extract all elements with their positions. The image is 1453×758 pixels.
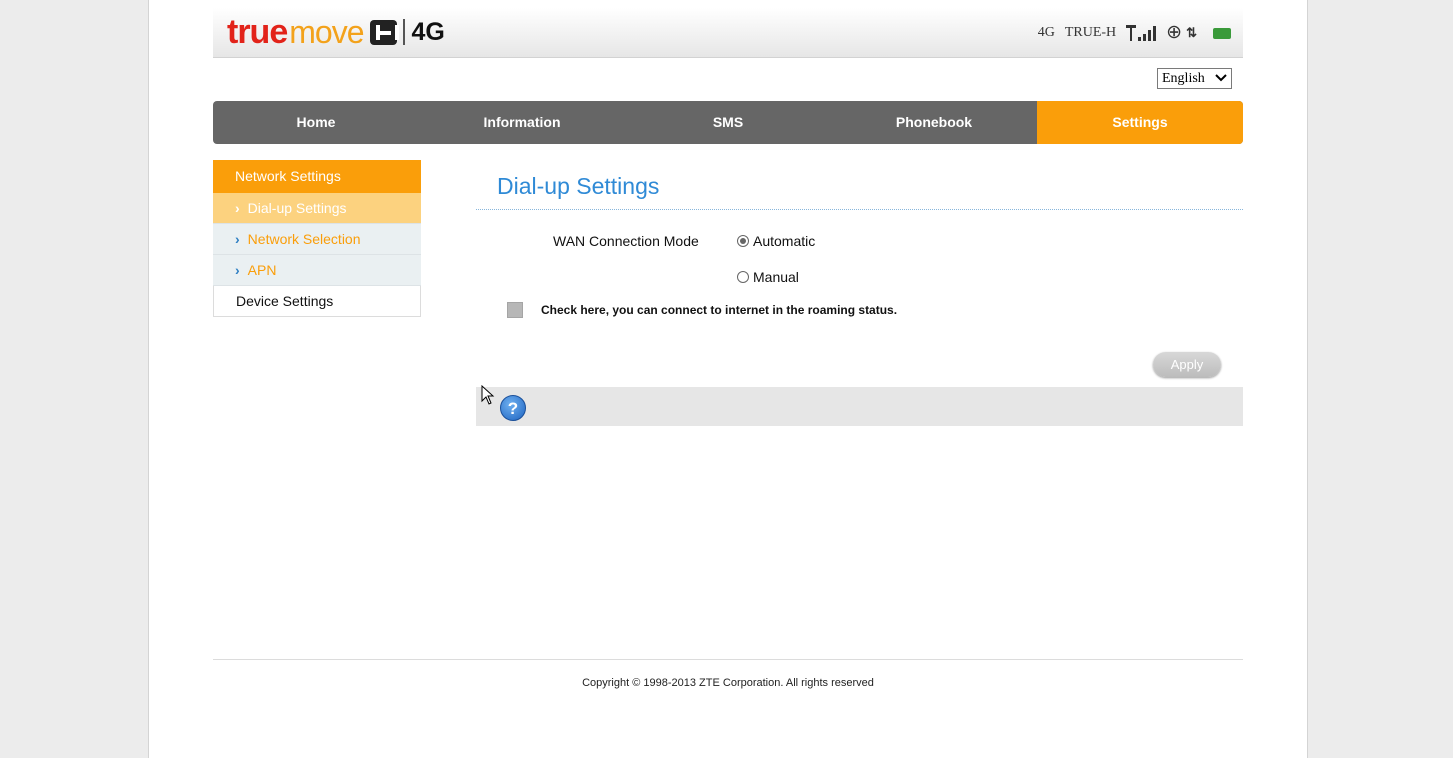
radio-automatic[interactable]: Automatic [737,233,815,249]
logo-true-text: true [227,13,288,51]
sidebar-item-dialup-settings[interactable]: › Dial-up Settings [213,193,421,224]
chevron-right-icon: › [235,262,240,278]
roaming-checkbox[interactable] [507,302,523,318]
radio-manual-label: Manual [753,269,799,285]
globe-icon: ⊕ [1166,22,1183,43]
signal-strength-icon [1126,25,1157,41]
logo-move-text: move [289,14,364,50]
sidebar: Network Settings › Dial-up Settings › Netw… [213,160,421,317]
radio-automatic-label: Automatic [753,233,816,249]
network-type: 4G [1037,25,1055,40]
footer-divider [213,659,1243,660]
header: true move 4G 4G TRUE-H ⊕ ⇅ [213,8,1243,58]
page: true move 4G 4G TRUE-H ⊕ ⇅ English Home … [148,0,1308,758]
nav-information[interactable]: Information [419,101,625,144]
chevron-right-icon: › [235,231,240,247]
chevron-right-icon: › [235,200,240,216]
apply-button[interactable]: Apply [1153,352,1221,377]
sim-card-icon [1213,27,1231,39]
radio-manual[interactable]: Manual [737,269,799,285]
page-title: Dial-up Settings [476,160,1243,210]
footer-copyright: Copyright © 1998-2013 ZTE Corporation. A… [582,677,874,689]
radio-unchecked-icon [737,271,749,283]
sidebar-network-settings[interactable]: Network Settings [213,160,421,193]
data-transfer-icon: ⇅ [1186,25,1197,40]
sidebar-item-label: Network Selection [247,231,361,247]
main-content: Dial-up Settings WAN Connection Mode Aut… [476,160,1243,426]
sidebar-item-network-selection[interactable]: › Network Selection [213,224,421,255]
logo-divider [403,19,406,45]
chevron-down-icon [1215,70,1227,88]
help-bar: ? [476,384,1243,426]
wan-mode-label: WAN Connection Mode [553,233,699,249]
radio-checked-icon [737,235,749,247]
logo-4g-text: 4G [411,18,445,46]
roaming-label: Check here, you can connect to internet … [541,303,898,317]
help-icon[interactable]: ? [500,395,526,421]
operator-name: TRUE-H [1064,25,1117,40]
nav-sms[interactable]: SMS [625,101,831,144]
truemove-logo: true move 4G [227,13,445,51]
sidebar-item-apn[interactable]: › APN [213,255,421,286]
nav-phonebook[interactable]: Phonebook [831,101,1037,144]
logo-h-badge [370,19,400,45]
status-bar: 4G TRUE-H ⊕ ⇅ [1038,22,1231,44]
language-select[interactable]: English [1157,68,1232,89]
sidebar-device-settings[interactable]: Device Settings [213,286,421,317]
language-selected: English [1162,70,1205,86]
main-nav: Home Information SMS Phonebook Settings [213,101,1243,144]
sidebar-item-label: Dial-up Settings [247,200,347,216]
nav-home[interactable]: Home [213,101,419,144]
nav-settings[interactable]: Settings [1037,101,1243,144]
mouse-cursor-icon [481,384,495,410]
sidebar-item-label: APN [247,262,277,278]
